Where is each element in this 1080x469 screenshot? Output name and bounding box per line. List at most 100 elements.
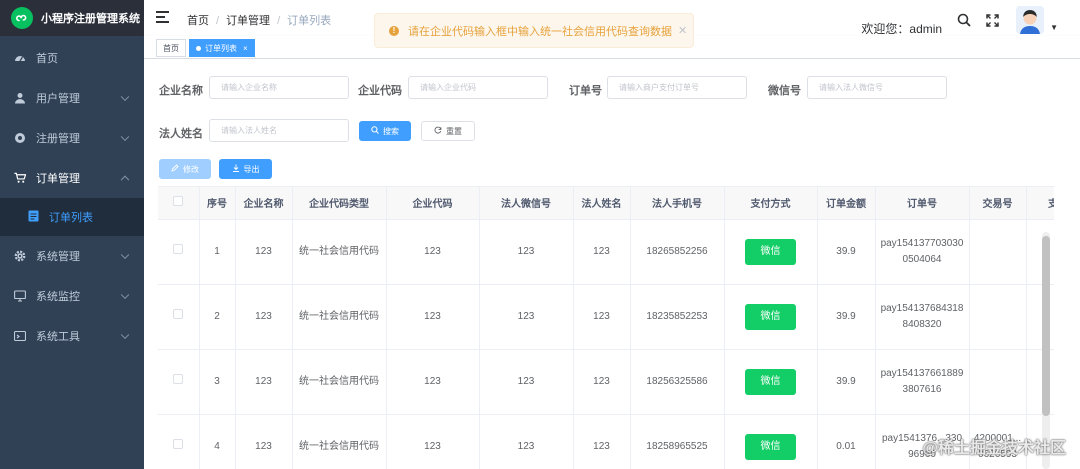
chevron-down-icon [120,132,130,142]
close-icon[interactable]: ✕ [678,24,687,37]
legal-name-input[interactable]: 请输入法人姓名 [209,119,349,142]
sidebar-item-label: 注册管理 [36,133,80,145]
sidebar-item-label: 系统管理 [36,251,80,263]
cell-code-type: 统一社会信用代码 [292,414,387,469]
tag-label: 首页 [163,43,179,53]
sidebar: 小程序注册管理系统 首页 用户管理 注册管理 订单管理 订单列表 系统管理 系统… [0,0,144,469]
active-dot-icon [196,45,201,51]
tag-order-list[interactable]: 订单列表 × [189,39,255,57]
cart-icon [14,172,26,184]
watermark: @稀土掘金技术社区 [922,440,1066,457]
sidebar-item-user-management[interactable]: 用户管理 [0,78,144,118]
row-checkbox[interactable] [173,438,184,449]
search-button-label: 搜索 [383,126,399,136]
tool-icon [14,330,26,342]
column-header: 企业代码类型 [292,187,387,220]
breadcrumb: 首页 / 订单管理 / 订单列表 [187,15,332,27]
scrollbar-thumb[interactable] [1042,236,1050,416]
monitor-icon [14,290,26,302]
cell-company-name: 123 [235,284,293,350]
export-button-label: 导出 [243,164,260,174]
company-name-input[interactable]: 请输入企业名称 [209,76,349,99]
row-checkbox[interactable] [173,373,184,384]
cell-code-type: 统一社会信用代码 [292,349,387,415]
cell-amount: 39.9 [817,219,876,285]
caret-down-icon[interactable]: ▼ [1050,23,1058,32]
sidebar-item-register-management[interactable]: 注册管理 [0,118,144,158]
column-header: 法人姓名 [573,187,631,220]
column-header: 序号 [199,187,236,220]
breadcrumb-order-management[interactable]: 订单管理 [226,15,270,27]
cell-company-code: 123 [386,219,480,285]
breadcrumb-home[interactable]: 首页 [187,15,209,27]
reset-button[interactable]: 重置 [421,121,475,141]
table-row[interactable]: 4 123 统一社会信用代码 123 123 123 18258965525 微… [158,414,1054,469]
cell-amount: 39.9 [817,349,876,415]
wechat-pay-tag: 微信 [745,433,796,460]
close-icon[interactable]: × [243,44,248,53]
cell-phone: 18258965525 [630,414,725,469]
sidebar-item-label: 首页 [36,53,58,65]
wechat-input[interactable]: 请输入法人微信号 [807,76,947,99]
wechat-label: 微信号 [768,85,801,97]
column-header: 订单金额 [817,187,876,220]
chevron-down-icon [120,250,130,260]
sidebar-item-label: 系统工具 [36,331,80,343]
avatar[interactable] [1016,6,1045,34]
search-icon[interactable] [954,10,974,30]
fullscreen-icon[interactable] [982,10,1002,30]
table-row[interactable]: 1 123 统一社会信用代码 123 123 123 18265852256 微… [158,219,1054,285]
sidebar-item-home[interactable]: 首页 [0,38,144,78]
table-row[interactable]: 2 123 统一社会信用代码 123 123 123 18235852253 微… [158,284,1054,350]
row-checkbox[interactable] [173,243,184,254]
chevron-down-icon [120,290,130,300]
table-row[interactable]: 3 123 统一社会信用代码 123 123 123 18256325586 微… [158,349,1054,415]
cell-legal-name: 123 [573,349,631,415]
header-right: 欢迎您：admin ▼ [861,0,1080,40]
cell-company-name: 123 [235,414,293,469]
main-content: 企业名称 请输入企业名称 企业代码 请输入企业代码 订单号 请输入商户支付订单号… [144,59,1080,469]
cell-trade-no [969,219,1027,285]
cell-order-no: pay1541377030300504064 [875,219,970,285]
cell-trade-no [969,284,1027,350]
search-button[interactable]: 搜索 [359,121,411,141]
app-title: 小程序注册管理系统 [41,13,140,25]
sidebar-item-label: 用户管理 [36,93,80,105]
column-header: 法人手机号 [630,187,725,220]
cell-order-no: pay1541376843188408320 [875,284,970,350]
sidebar-item-order-management[interactable]: 订单管理 [0,158,144,198]
cell-amount: 39.9 [817,284,876,350]
cell-phone: 18235852253 [630,284,725,350]
sidebar-item-order-list[interactable]: 订单列表 [0,198,144,236]
welcome-text: 欢迎您：admin [861,21,943,36]
chevron-up-icon [120,175,130,185]
cell-legal-name: 123 [573,414,631,469]
table-header-row: 序号 企业名称 企业代码类型 企业代码 法人微信号 法人姓名 法人手机号 支付方… [158,187,1054,220]
cell-wechat: 123 [479,219,574,285]
breadcrumb-order-list: 订单列表 [287,15,332,27]
select-all-checkbox[interactable] [173,196,184,207]
cell-amount: 0.01 [817,414,876,469]
gear-icon [14,250,26,262]
cell-phone: 18256325586 [630,349,725,415]
sidebar-item-system-management[interactable]: 系统管理 [0,236,144,276]
sidebar-item-label: 系统监控 [36,291,80,303]
export-button[interactable]: 导出 [219,159,272,179]
sidebar-item-system-monitor[interactable]: 系统监控 [0,276,144,316]
tag-home[interactable]: 首页 [156,39,186,57]
download-icon [232,164,240,174]
company-code-input[interactable]: 请输入企业代码 [408,76,548,99]
edit-button-label: 修改 [183,164,199,174]
chevron-down-icon [120,330,130,340]
hamburger-icon[interactable] [156,11,169,23]
wechat-pay-tag: 微信 [745,238,796,265]
row-checkbox[interactable] [173,308,184,319]
order-no-input[interactable]: 请输入商户支付订单号 [607,76,747,99]
app-logo[interactable]: 小程序注册管理系统 [0,0,144,36]
column-header: 订单号 [875,187,970,220]
column-header: 法人微信号 [479,187,574,220]
edit-button[interactable]: 修改 [159,159,211,179]
cell-wechat: 123 [479,284,574,350]
sidebar-item-system-tools[interactable]: 系统工具 [0,316,144,356]
wechat-pay-tag: 微信 [745,303,796,330]
